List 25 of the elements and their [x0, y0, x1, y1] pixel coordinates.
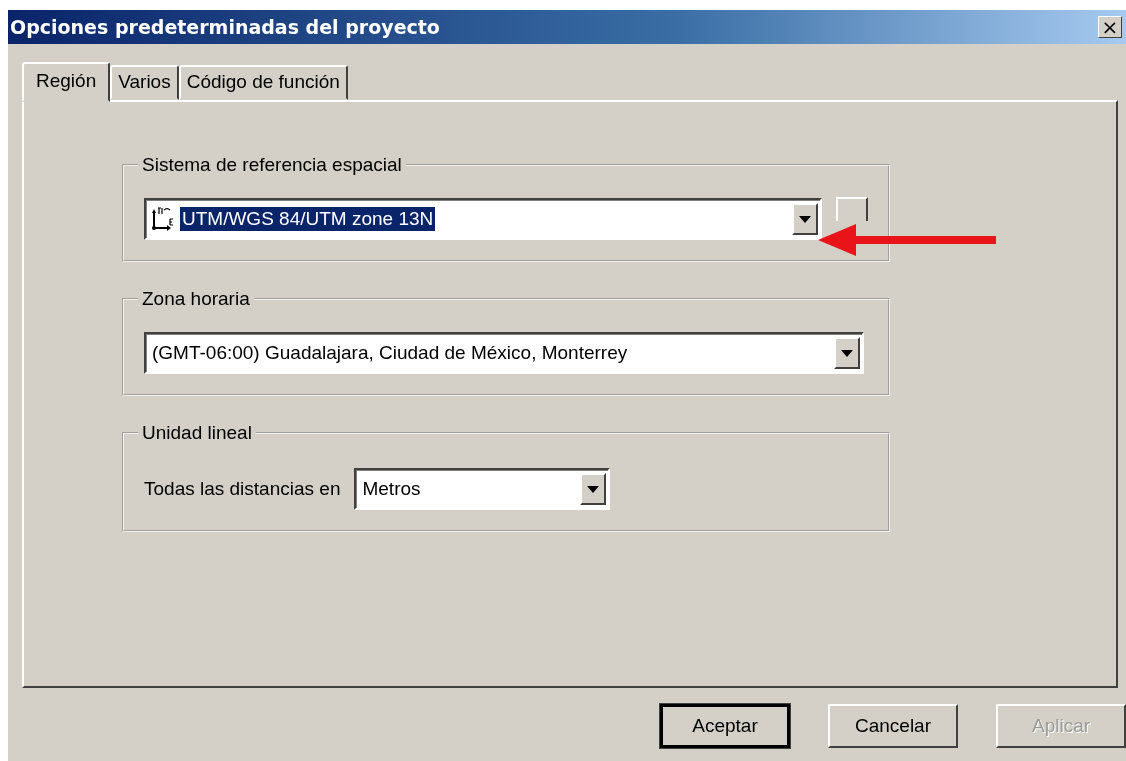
group-title: Sistema de referencia espacial — [141, 154, 403, 176]
dropdown-button[interactable] — [580, 473, 607, 505]
dropdown-field[interactable]: Metros — [354, 468, 611, 510]
dropdown-arrow-icon — [841, 349, 853, 357]
group-title: Unidad lineal — [141, 422, 253, 444]
dropdown-field[interactable]: (GMT-06:00) Guadalajara, Ciudad de México, Monterrey — [144, 332, 864, 374]
dialog-button[interactable]: Cancelar — [828, 704, 958, 748]
dropdown-value: (GMT-06:00) Guadalajara, Ciudad de México, Monterrey — [151, 341, 629, 365]
dropdown-field[interactable]: UTM/WGS 84/UTM zone 13N — [144, 198, 822, 240]
side-button[interactable] — [836, 197, 868, 221]
tab[interactable]: Código de función — [178, 65, 348, 100]
dropdown-arrow-icon — [587, 485, 600, 493]
tab[interactable]: Región — [22, 62, 111, 102]
dropdown-value: UTM/WGS 84/UTM zone 13N — [180, 207, 436, 231]
dropdown-value: Metros — [361, 477, 422, 501]
field-label: Todas las distancias en — [144, 478, 341, 500]
group-title: Zona horaria — [141, 288, 251, 310]
axes-icon — [150, 206, 176, 232]
tab[interactable]: Varios — [110, 65, 179, 100]
dropdown-button[interactable] — [834, 337, 860, 369]
dialog-button[interactable]: Aceptar — [660, 704, 790, 748]
dropdown-button[interactable] — [792, 203, 818, 235]
window-title: Opciones predeterminadas del proyecto — [10, 16, 440, 38]
close-button[interactable]: × — [1098, 16, 1122, 38]
dropdown-arrow-icon — [799, 215, 811, 223]
